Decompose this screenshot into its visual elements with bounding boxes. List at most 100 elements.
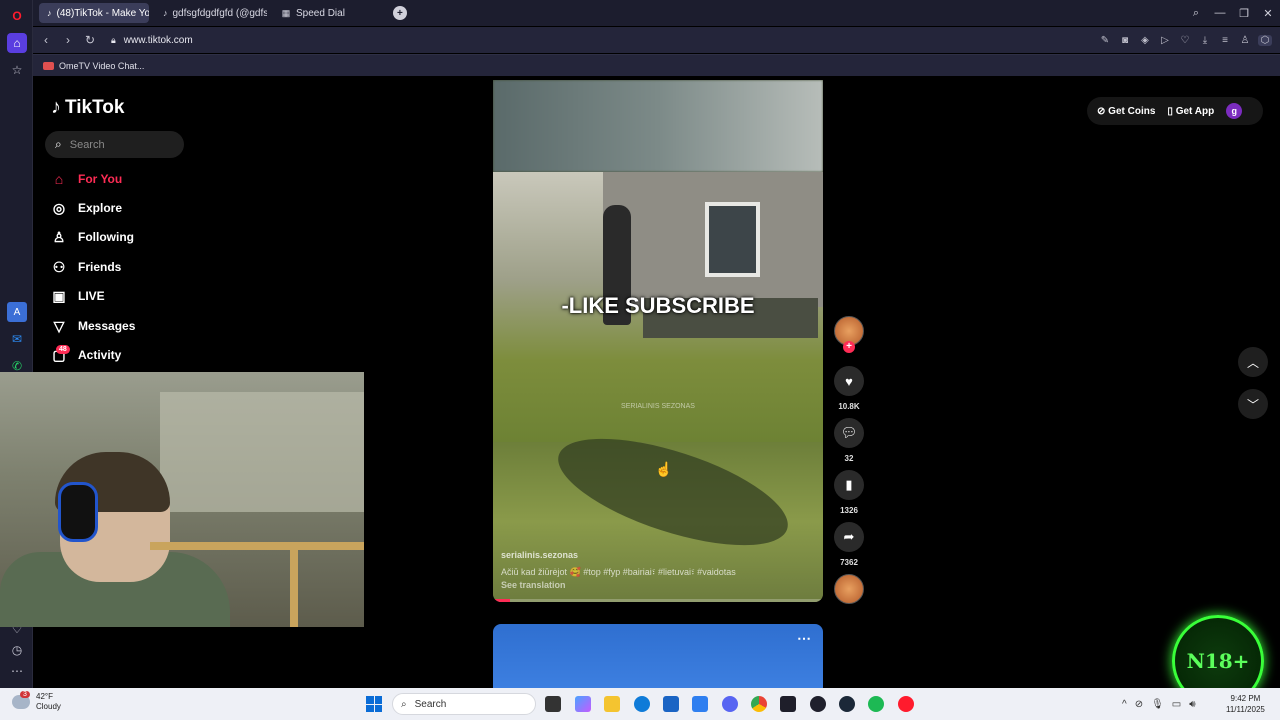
start-button[interactable] — [366, 696, 382, 712]
compass-icon: ◎ — [52, 199, 66, 216]
steam-icon[interactable] — [839, 696, 855, 712]
share-button[interactable]: ➦ — [834, 522, 864, 552]
clock[interactable]: 9:42 PM 11/11/2025 — [1226, 693, 1265, 715]
home-icon[interactable]: ⌂ — [7, 33, 27, 53]
history-icon[interactable]: ◷ — [7, 640, 27, 660]
shield-icon[interactable]: ◈ — [1138, 35, 1152, 46]
download-icon[interactable]: ⤓ — [1198, 35, 1212, 46]
previous-video-button[interactable]: ︿ — [1238, 347, 1268, 377]
coin-icon: ⊘ — [1097, 105, 1106, 117]
play-icon[interactable]: ▷ — [1158, 35, 1172, 46]
search-tabs-icon[interactable]: ⌕ — [1184, 7, 1208, 20]
microphone-icon[interactable]: 🎙︎ — [1151, 699, 1164, 710]
spotify-icon[interactable] — [868, 696, 884, 712]
video-progress-bar[interactable] — [493, 599, 823, 602]
windows-taskbar: 3 42°F Cloudy ⌕ Search ^ ⊘ 🎙︎ ▭ 🔊︎ 9:42 … — [0, 688, 1280, 720]
restore-icon[interactable]: ❐ — [1232, 7, 1256, 20]
aria-icon[interactable]: A — [7, 302, 27, 322]
nav-explore[interactable]: ◎ Explore — [51, 200, 122, 216]
nav-following[interactable]: ♙ Following — [51, 229, 134, 245]
more-icon[interactable]: ⋯ — [7, 661, 27, 681]
reload-icon[interactable]: ↻ — [79, 33, 101, 47]
task-view-icon[interactable] — [545, 696, 561, 712]
nav-live[interactable]: ▣ LIVE — [51, 288, 105, 304]
video-frame-top — [493, 80, 823, 172]
activity-badge: 48 — [56, 345, 70, 354]
more-options-icon[interactable]: ⋯ — [797, 630, 811, 647]
home-icon: ⌂ — [54, 171, 64, 187]
save-button[interactable]: ▮ — [834, 470, 864, 500]
edge-icon[interactable] — [634, 696, 650, 712]
network-off-icon[interactable]: ⊘ — [1135, 699, 1143, 710]
sound-avatar[interactable] — [834, 574, 864, 604]
file-explorer-icon[interactable] — [604, 696, 620, 712]
display-icon[interactable]: ▭ — [1172, 699, 1181, 710]
heart-icon: ♥ — [845, 373, 853, 389]
back-icon[interactable]: ‹ — [35, 33, 57, 47]
get-app-button[interactable]: ▯ Get App — [1167, 106, 1214, 117]
bookmark-ometv[interactable]: OmeTV Video Chat... — [59, 61, 144, 71]
cloud-icon: 3 — [12, 691, 30, 709]
weather-widget[interactable]: 3 42°F Cloudy — [12, 691, 61, 712]
taskbar-search[interactable]: ⌕ Search — [392, 693, 536, 715]
heart-icon[interactable]: ♡ — [1178, 35, 1192, 46]
app-icon[interactable] — [780, 696, 796, 712]
tab-speed-dial[interactable]: ▦ Speed Dial — [273, 3, 353, 23]
get-coins-button[interactable]: ⊘ Get Coins — [1097, 106, 1155, 117]
nav-label: Activity — [78, 348, 122, 362]
video-description: Ačiū kad žiūrėjot 🥰 #top #fyp #bairiai፣ … — [501, 567, 736, 577]
edit-icon[interactable]: ✎ — [1098, 35, 1112, 46]
extension-icon[interactable]: ⬡ — [1258, 34, 1272, 46]
address-bar: ‹ › ↻ 🔒︎ www.tiktok.com ✎ ◙ ◈ ▷ ♡ ⤓ ≡ ♙ … — [33, 27, 1280, 53]
obs-icon[interactable] — [810, 696, 826, 712]
store-icon[interactable] — [663, 696, 679, 712]
see-translation-link[interactable]: See translation — [501, 580, 566, 590]
url-field[interactable]: 🔒︎ www.tiktok.com — [111, 35, 193, 46]
menu-icon[interactable]: ≡ — [1218, 35, 1232, 46]
nav-label: LIVE — [78, 289, 105, 303]
forward-icon[interactable]: › — [57, 33, 79, 47]
video-author[interactable]: serialinis.sezonas — [501, 550, 578, 560]
like-button[interactable]: ♥ — [834, 366, 864, 396]
chrome-icon[interactable] — [751, 696, 767, 712]
webcam-railing — [150, 542, 364, 550]
comment-icon: 💬︎ — [840, 425, 858, 440]
like-count: 10.8K — [838, 402, 860, 411]
copilot-icon[interactable] — [575, 696, 591, 712]
minimize-icon[interactable]: — — [1208, 7, 1232, 19]
next-video-preview[interactable]: ⋯ — [493, 624, 823, 688]
webcam-headphones — [58, 482, 98, 542]
video-player[interactable]: -LIKE SUBSCRIBE SERIALINIS SEZONAS seria… — [493, 80, 823, 602]
discord-icon[interactable] — [722, 696, 738, 712]
profile-avatar[interactable]: g — [1226, 103, 1243, 119]
nav-for-you[interactable]: ⌂ For You — [51, 171, 122, 187]
tiktok-logo[interactable]: ♪ TikTok — [51, 96, 124, 119]
comment-button[interactable]: 💬︎ — [834, 418, 864, 448]
search-input[interactable]: ⌕ Search — [45, 131, 184, 158]
share-icon: ➦ — [843, 529, 855, 544]
messenger-icon[interactable]: ✉ — [7, 329, 27, 349]
nav-messages[interactable]: ▽ Messages — [51, 318, 136, 334]
opera-logo-icon[interactable]: O — [7, 6, 27, 26]
close-icon[interactable]: ✕ — [1256, 7, 1280, 20]
next-video-button[interactable]: ﹀ — [1238, 389, 1268, 419]
account-icon[interactable]: ♙ — [1238, 35, 1252, 46]
tiktok-note-icon: ♪ — [51, 96, 61, 118]
nav-friends[interactable]: ⚇ Friends — [51, 259, 122, 275]
clock-date: 11/11/2025 — [1226, 705, 1265, 714]
chevron-up-icon[interactable]: ^ — [1122, 699, 1127, 710]
outlook-icon[interactable] — [692, 696, 708, 712]
tab-tiktok[interactable]: ♪ (48)TikTok - Make You — [39, 3, 149, 23]
tab-profile[interactable]: ♪ gdfsgfdgdfgfd (@gdfsgfd — [155, 3, 267, 23]
opera-icon[interactable] — [898, 696, 914, 712]
search-placeholder: Search — [69, 138, 105, 151]
new-tab-button[interactable]: + — [392, 6, 407, 20]
star-icon[interactable]: ☆ — [7, 60, 27, 80]
volume-icon[interactable]: 🔊︎ — [1189, 699, 1195, 710]
phone-icon: ▯ — [1167, 105, 1173, 117]
header-actions: ⊘ Get Coins ▯ Get App g — [1087, 97, 1263, 125]
webcam-overlay — [0, 372, 364, 627]
nav-label: Friends — [78, 260, 122, 274]
follow-button[interactable]: + — [843, 341, 855, 353]
camera-icon[interactable]: ◙ — [1118, 35, 1132, 46]
